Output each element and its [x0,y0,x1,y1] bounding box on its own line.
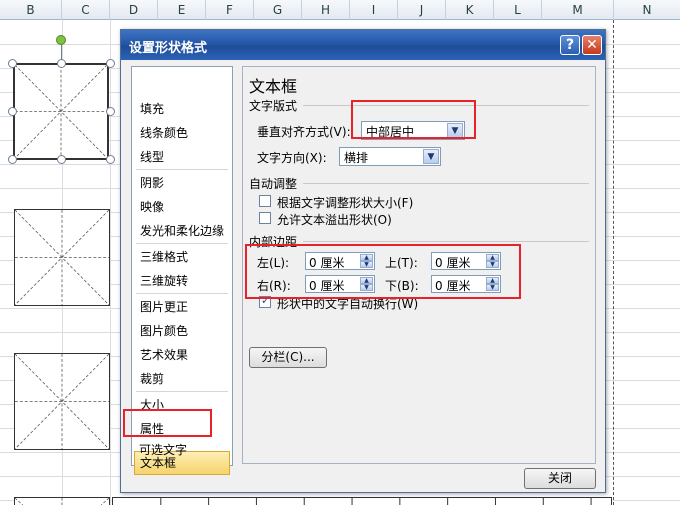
resize-shape-checkbox[interactable] [259,195,271,207]
nav-item-artistic-effects[interactable]: 艺术效果 [140,347,188,363]
nav-item-alt-text[interactable]: 可选文字 [139,442,187,458]
nav-separator [136,243,228,244]
close-button[interactable]: 关闭 [524,468,596,489]
columns-button[interactable]: 分栏(C)... [249,347,327,368]
nav-item-picture-color[interactable]: 图片颜色 [140,323,188,339]
column-header-b[interactable]: B [0,0,62,20]
column-header-j[interactable]: J [398,0,446,20]
grid-box-shape[interactable] [14,209,110,306]
nav-separator [136,391,228,392]
resize-shape-label: 根据文字调整形状大小(F) [277,196,414,210]
section-autofit: 自动调整 [249,177,298,191]
nav-item-reflection[interactable]: 映像 [140,199,164,215]
chevron-down-icon[interactable]: ▼ [423,149,439,164]
resize-handle-right[interactable] [106,107,115,116]
nav-item-line-color[interactable]: 线条颜色 [140,125,188,141]
panel-title: 文本框 [249,77,298,96]
overflow-label: 允许文本溢出形状(O) [277,213,392,227]
grid-box-lines [15,210,109,305]
column-header-e[interactable]: E [158,0,206,20]
grid-box-lines [15,354,109,449]
nav-item-shadow[interactable]: 阴影 [140,175,164,191]
highlight-vertical-align [351,100,476,139]
grid-box-lines [15,498,109,505]
resize-handle-top[interactable] [57,59,66,68]
column-header-k[interactable]: K [446,0,494,20]
column-header-c[interactable]: C [62,0,110,20]
dialog-titlebar[interactable]: 设置形状格式 ? ✕ [121,30,605,60]
nav-item-crop[interactable]: 裁剪 [140,371,164,387]
section-divider [303,183,589,184]
nav-item-3d-rotation[interactable]: 三维旋转 [140,273,188,289]
nav-item-glow-soft-edges[interactable]: 发光和柔化边缘 [140,223,224,239]
nav-item-line-style[interactable]: 线型 [140,149,164,165]
column-header-m[interactable]: M [542,0,614,20]
section-divider [303,241,589,242]
column-header-bar: B C D E F G H I J K L M N [0,0,680,20]
grid-box-lines [15,65,107,158]
column-header-d[interactable]: D [110,0,158,20]
category-list: 填充 线条颜色 线型 阴影 映像 发光和柔化边缘 三维格式 三维旋转 图片更正 … [131,66,233,475]
page-break-line [613,20,614,505]
column-header-f[interactable]: F [206,0,254,20]
nav-item-3d-format[interactable]: 三维格式 [140,249,188,265]
text-direction-label: 文字方向(X): [257,151,327,165]
grid-box-shape-selected[interactable] [13,63,109,160]
resize-handle-left[interactable] [8,107,17,116]
rotation-handle[interactable] [56,35,66,45]
dialog-title: 设置形状格式 [129,41,208,56]
column-header-i[interactable]: I [350,0,398,20]
resize-handle-bottom-left[interactable] [8,155,17,164]
resize-handle-bottom[interactable] [57,155,66,164]
close-x-button[interactable]: ✕ [582,35,602,55]
grid-box-shape[interactable] [14,497,110,505]
nav-item-picture-corrections[interactable]: 图片更正 [140,299,188,315]
nav-separator [136,169,228,170]
vertical-align-label: 垂直对齐方式(V): [257,125,351,139]
section-text-layout: 文字版式 [249,99,298,113]
column-header-g[interactable]: G [254,0,302,20]
column-header-l[interactable]: L [494,0,542,20]
overflow-checkbox[interactable] [259,212,271,224]
nav-item-fill[interactable]: 填充 [140,101,164,117]
nav-separator [136,293,228,294]
grid-box-shape[interactable] [14,353,110,450]
help-button[interactable]: ? [560,35,580,55]
column-header-h[interactable]: H [302,0,350,20]
resize-handle-top-right[interactable] [106,59,115,68]
grid-box-row[interactable] [112,497,612,505]
column-header-n[interactable]: N [614,0,680,20]
resize-handle-bottom-right[interactable] [106,155,115,164]
resize-handle-top-left[interactable] [8,59,17,68]
highlight-text-box-nav [123,409,212,437]
grid-box-lines [160,498,592,505]
text-direction-select[interactable]: 横排 ▼ [339,147,441,166]
text-direction-value: 横排 [344,151,369,165]
highlight-internal-margins [245,244,521,299]
